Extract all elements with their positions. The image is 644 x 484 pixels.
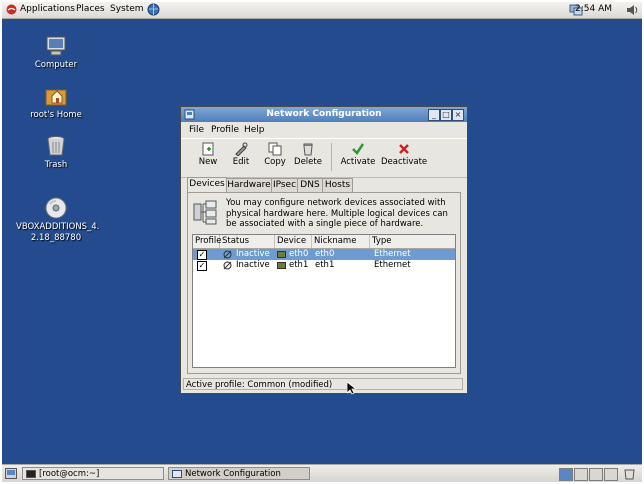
desktop-icon-trash[interactable]: Trash xyxy=(16,134,96,171)
red-x-icon xyxy=(399,144,409,154)
menu-help[interactable]: Help xyxy=(244,125,265,135)
edit-label: Edit xyxy=(232,157,250,167)
desktop-icon-label: root's Home xyxy=(30,110,82,120)
window-menubar: File Profile Help xyxy=(181,123,467,137)
workspace-4[interactable] xyxy=(604,468,618,481)
desktop-icon-label: Trash xyxy=(44,160,68,170)
top-panel: Applications Places System 2:54 AM xyxy=(2,2,642,19)
taskbar-item-terminal[interactable]: [root@ocm:~] xyxy=(22,467,164,480)
desktop-icon-label: Computer xyxy=(34,60,78,70)
device-name: eth1 xyxy=(289,260,309,270)
device-type: Ethernet xyxy=(374,249,411,259)
trash-applet-icon[interactable] xyxy=(624,468,635,482)
window-title: Network Configuration xyxy=(266,109,382,119)
device-name: eth0 xyxy=(289,249,309,259)
devices-tab-panel: You may configure network devices associ… xyxy=(187,192,461,374)
ethernet-card-icon xyxy=(277,260,286,274)
show-desktop-icon[interactable] xyxy=(5,468,17,482)
web-browser-launcher-icon[interactable] xyxy=(147,3,160,19)
edit-icon xyxy=(235,142,248,156)
profile-checkbox[interactable]: ✓ xyxy=(197,250,207,260)
toolbar: New Edit Copy Delete Activate Deactivate xyxy=(181,138,467,178)
copy-label: Copy xyxy=(264,157,286,167)
volume-icon[interactable] xyxy=(626,4,639,19)
delete-label: Delete xyxy=(294,157,322,167)
minimize-button[interactable]: _ xyxy=(428,109,440,121)
menu-profile[interactable]: Profile xyxy=(211,125,239,135)
menu-applications[interactable]: Applications xyxy=(20,4,75,14)
close-button[interactable]: × xyxy=(452,109,464,121)
mouse-pointer-icon xyxy=(346,381,358,398)
network-configuration-window: Network Configuration _ □ × File Profile… xyxy=(180,106,468,394)
new-icon xyxy=(202,142,214,156)
device-nickname: eth0 xyxy=(315,249,335,259)
tab-ipsec[interactable]: IPsec xyxy=(271,178,298,192)
home-folder-icon xyxy=(44,84,68,108)
column-header-type[interactable]: Type xyxy=(370,235,455,248)
menu-places[interactable]: Places xyxy=(76,4,105,14)
checkmark-icon xyxy=(352,143,365,155)
inactive-status-icon xyxy=(223,260,232,274)
device-nickname: eth1 xyxy=(315,260,335,270)
column-header-device[interactable]: Device xyxy=(275,235,312,248)
taskbar-item-label: Network Configuration xyxy=(185,469,281,479)
trash-icon xyxy=(44,134,68,158)
tab-hosts[interactable]: Hosts xyxy=(322,178,353,192)
device-row[interactable]: ✓ Inactive eth1 eth1 Ethernet xyxy=(193,260,455,271)
taskbar-item-label: [root@ocm:~] xyxy=(39,469,100,479)
column-header-status[interactable]: Status xyxy=(220,235,275,248)
copy-button[interactable]: Copy xyxy=(257,142,293,167)
bottom-panel: [root@ocm:~] Network Configuration xyxy=(2,464,642,482)
deactivate-button[interactable]: Deactivate xyxy=(381,142,427,167)
device-status: Inactive xyxy=(236,260,270,270)
menu-system[interactable]: System xyxy=(110,4,144,14)
new-button[interactable]: New xyxy=(190,142,226,167)
device-row[interactable]: ✓ Inactive eth0 eth0 Ethernet xyxy=(193,249,455,260)
workspace-2[interactable] xyxy=(574,468,588,481)
window-titlebar[interactable]: Network Configuration _ □ × xyxy=(181,107,467,122)
deactivate-label: Deactivate xyxy=(381,157,428,167)
desktop-icon-vboxadditions[interactable]: VBOXADDITIONS_4. 2.18_88780 xyxy=(16,196,100,244)
tab-devices[interactable]: Devices xyxy=(187,177,227,192)
desktop-icon-computer[interactable]: Computer xyxy=(16,34,96,71)
tab-dns[interactable]: DNS xyxy=(297,178,323,192)
menu-file[interactable]: File xyxy=(189,125,204,135)
desktop-icon-label: 2.18_88780 xyxy=(30,233,82,243)
activate-button[interactable]: Activate xyxy=(340,142,376,167)
terminal-icon xyxy=(26,470,36,478)
redhat-logo-icon[interactable] xyxy=(6,4,17,15)
clock[interactable]: 2:54 AM xyxy=(575,4,612,14)
delete-icon xyxy=(303,143,313,156)
profile-checkbox[interactable]: ✓ xyxy=(197,261,207,271)
cdrom-icon xyxy=(44,196,68,220)
device-type: Ethernet xyxy=(374,260,411,270)
status-bar: Active profile: Common (modified) xyxy=(183,378,463,390)
network-configuration-icon xyxy=(172,470,182,478)
toolbar-separator xyxy=(331,143,332,171)
workspace-3[interactable] xyxy=(589,468,603,481)
list-header: Profile Status Device Nickname Type xyxy=(193,235,455,249)
network-devices-icon xyxy=(192,198,220,226)
column-header-nickname[interactable]: Nickname xyxy=(312,235,370,248)
copy-icon xyxy=(268,142,282,156)
tab-hardware[interactable]: Hardware xyxy=(226,178,272,192)
activate-label: Activate xyxy=(340,157,376,167)
computer-icon xyxy=(44,34,68,58)
maximize-button[interactable]: □ xyxy=(440,109,452,121)
workspace-1[interactable] xyxy=(559,468,573,481)
edit-button[interactable]: Edit xyxy=(223,142,259,167)
desktop-icon-home[interactable]: root's Home xyxy=(16,84,96,121)
delete-button[interactable]: Delete xyxy=(290,142,326,167)
taskbar-item-network-configuration[interactable]: Network Configuration xyxy=(168,467,310,480)
desktop: Applications Places System 2:54 AM Compu… xyxy=(2,2,642,482)
device-status: Inactive xyxy=(236,249,270,259)
device-list[interactable]: Profile Status Device Nickname Type ✓ In… xyxy=(192,234,456,368)
new-label: New xyxy=(198,157,218,167)
column-header-profile[interactable]: Profile xyxy=(193,235,221,248)
desktop-icon-label: VBOXADDITIONS_4. xyxy=(16,222,100,232)
devices-description: You may configure network devices associ… xyxy=(226,198,448,229)
